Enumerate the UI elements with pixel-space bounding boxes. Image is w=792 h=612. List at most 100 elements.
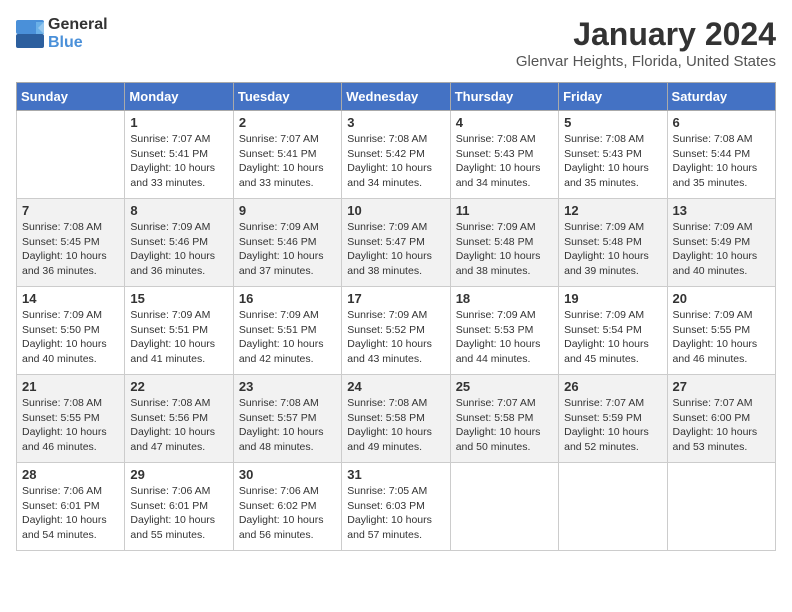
- page-header: General Blue January 2024 Glenvar Height…: [16, 16, 776, 70]
- weekday-header-thursday: Thursday: [450, 83, 558, 111]
- day-detail: Sunrise: 7:08 AMSunset: 5:44 PMDaylight:…: [673, 132, 770, 191]
- calendar-cell: 6 Sunrise: 7:08 AMSunset: 5:44 PMDayligh…: [667, 111, 775, 199]
- day-detail: Sunrise: 7:09 AMSunset: 5:46 PMDaylight:…: [130, 220, 227, 279]
- day-number: 16: [239, 291, 336, 306]
- day-number: 9: [239, 203, 336, 218]
- calendar-cell: 27 Sunrise: 7:07 AMSunset: 6:00 PMDaylig…: [667, 375, 775, 463]
- day-number: 15: [130, 291, 227, 306]
- day-number: 4: [456, 115, 553, 130]
- logo-text: General Blue: [48, 16, 108, 52]
- weekday-header-sunday: Sunday: [17, 83, 125, 111]
- day-detail: Sunrise: 7:06 AMSunset: 6:02 PMDaylight:…: [239, 484, 336, 543]
- calendar-cell: 17 Sunrise: 7:09 AMSunset: 5:52 PMDaylig…: [342, 287, 450, 375]
- calendar-cell: 10 Sunrise: 7:09 AMSunset: 5:47 PMDaylig…: [342, 199, 450, 287]
- calendar-cell: 3 Sunrise: 7:08 AMSunset: 5:42 PMDayligh…: [342, 111, 450, 199]
- calendar-week-0: 1 Sunrise: 7:07 AMSunset: 5:41 PMDayligh…: [17, 111, 776, 199]
- day-number: 3: [347, 115, 444, 130]
- day-detail: Sunrise: 7:08 AMSunset: 5:45 PMDaylight:…: [22, 220, 119, 279]
- day-number: 14: [22, 291, 119, 306]
- day-detail: Sunrise: 7:09 AMSunset: 5:48 PMDaylight:…: [456, 220, 553, 279]
- day-detail: Sunrise: 7:09 AMSunset: 5:47 PMDaylight:…: [347, 220, 444, 279]
- calendar-table: SundayMondayTuesdayWednesdayThursdayFrid…: [16, 82, 776, 551]
- day-number: 7: [22, 203, 119, 218]
- day-number: 13: [673, 203, 770, 218]
- day-detail: Sunrise: 7:08 AMSunset: 5:58 PMDaylight:…: [347, 396, 444, 455]
- day-number: 21: [22, 379, 119, 394]
- day-detail: Sunrise: 7:09 AMSunset: 5:48 PMDaylight:…: [564, 220, 661, 279]
- day-detail: Sunrise: 7:09 AMSunset: 5:55 PMDaylight:…: [673, 308, 770, 367]
- calendar-cell: 20 Sunrise: 7:09 AMSunset: 5:55 PMDaylig…: [667, 287, 775, 375]
- day-detail: Sunrise: 7:08 AMSunset: 5:55 PMDaylight:…: [22, 396, 119, 455]
- day-detail: Sunrise: 7:07 AMSunset: 5:41 PMDaylight:…: [130, 132, 227, 191]
- calendar-cell: 14 Sunrise: 7:09 AMSunset: 5:50 PMDaylig…: [17, 287, 125, 375]
- calendar-cell: [559, 463, 667, 551]
- calendar-cell: 11 Sunrise: 7:09 AMSunset: 5:48 PMDaylig…: [450, 199, 558, 287]
- location-title: Glenvar Heights, Florida, United States: [516, 53, 776, 70]
- day-number: 6: [673, 115, 770, 130]
- calendar-week-3: 21 Sunrise: 7:08 AMSunset: 5:55 PMDaylig…: [17, 375, 776, 463]
- month-title: January 2024: [516, 16, 776, 53]
- calendar-cell: 12 Sunrise: 7:09 AMSunset: 5:48 PMDaylig…: [559, 199, 667, 287]
- calendar-cell: [17, 111, 125, 199]
- logo-icon: [16, 20, 44, 48]
- day-detail: Sunrise: 7:07 AMSunset: 6:00 PMDaylight:…: [673, 396, 770, 455]
- calendar-cell: 22 Sunrise: 7:08 AMSunset: 5:56 PMDaylig…: [125, 375, 233, 463]
- day-number: 31: [347, 467, 444, 482]
- day-detail: Sunrise: 7:07 AMSunset: 5:58 PMDaylight:…: [456, 396, 553, 455]
- calendar-week-2: 14 Sunrise: 7:09 AMSunset: 5:50 PMDaylig…: [17, 287, 776, 375]
- day-number: 26: [564, 379, 661, 394]
- day-detail: Sunrise: 7:09 AMSunset: 5:54 PMDaylight:…: [564, 308, 661, 367]
- calendar-cell: [450, 463, 558, 551]
- calendar-cell: 25 Sunrise: 7:07 AMSunset: 5:58 PMDaylig…: [450, 375, 558, 463]
- calendar-cell: 21 Sunrise: 7:08 AMSunset: 5:55 PMDaylig…: [17, 375, 125, 463]
- day-number: 17: [347, 291, 444, 306]
- calendar-cell: 30 Sunrise: 7:06 AMSunset: 6:02 PMDaylig…: [233, 463, 341, 551]
- day-detail: Sunrise: 7:08 AMSunset: 5:42 PMDaylight:…: [347, 132, 444, 191]
- day-detail: Sunrise: 7:09 AMSunset: 5:53 PMDaylight:…: [456, 308, 553, 367]
- day-detail: Sunrise: 7:05 AMSunset: 6:03 PMDaylight:…: [347, 484, 444, 543]
- day-number: 19: [564, 291, 661, 306]
- calendar-cell: 28 Sunrise: 7:06 AMSunset: 6:01 PMDaylig…: [17, 463, 125, 551]
- day-number: 1: [130, 115, 227, 130]
- day-detail: Sunrise: 7:09 AMSunset: 5:50 PMDaylight:…: [22, 308, 119, 367]
- day-number: 12: [564, 203, 661, 218]
- calendar-cell: 5 Sunrise: 7:08 AMSunset: 5:43 PMDayligh…: [559, 111, 667, 199]
- calendar-cell: 26 Sunrise: 7:07 AMSunset: 5:59 PMDaylig…: [559, 375, 667, 463]
- calendar-week-4: 28 Sunrise: 7:06 AMSunset: 6:01 PMDaylig…: [17, 463, 776, 551]
- calendar-cell: [667, 463, 775, 551]
- day-number: 18: [456, 291, 553, 306]
- day-detail: Sunrise: 7:08 AMSunset: 5:56 PMDaylight:…: [130, 396, 227, 455]
- calendar-cell: 15 Sunrise: 7:09 AMSunset: 5:51 PMDaylig…: [125, 287, 233, 375]
- day-number: 25: [456, 379, 553, 394]
- day-number: 29: [130, 467, 227, 482]
- day-detail: Sunrise: 7:07 AMSunset: 5:59 PMDaylight:…: [564, 396, 661, 455]
- calendar-cell: 16 Sunrise: 7:09 AMSunset: 5:51 PMDaylig…: [233, 287, 341, 375]
- calendar-cell: 18 Sunrise: 7:09 AMSunset: 5:53 PMDaylig…: [450, 287, 558, 375]
- weekday-header-wednesday: Wednesday: [342, 83, 450, 111]
- calendar-cell: 23 Sunrise: 7:08 AMSunset: 5:57 PMDaylig…: [233, 375, 341, 463]
- calendar-week-1: 7 Sunrise: 7:08 AMSunset: 5:45 PMDayligh…: [17, 199, 776, 287]
- calendar-header: SundayMondayTuesdayWednesdayThursdayFrid…: [17, 83, 776, 111]
- calendar-cell: 19 Sunrise: 7:09 AMSunset: 5:54 PMDaylig…: [559, 287, 667, 375]
- weekday-header-friday: Friday: [559, 83, 667, 111]
- calendar-cell: 24 Sunrise: 7:08 AMSunset: 5:58 PMDaylig…: [342, 375, 450, 463]
- day-detail: Sunrise: 7:09 AMSunset: 5:51 PMDaylight:…: [239, 308, 336, 367]
- day-detail: Sunrise: 7:08 AMSunset: 5:57 PMDaylight:…: [239, 396, 336, 455]
- day-number: 5: [564, 115, 661, 130]
- weekday-header-tuesday: Tuesday: [233, 83, 341, 111]
- calendar-cell: 2 Sunrise: 7:07 AMSunset: 5:41 PMDayligh…: [233, 111, 341, 199]
- day-number: 23: [239, 379, 336, 394]
- day-detail: Sunrise: 7:09 AMSunset: 5:49 PMDaylight:…: [673, 220, 770, 279]
- day-number: 2: [239, 115, 336, 130]
- day-number: 28: [22, 467, 119, 482]
- day-number: 27: [673, 379, 770, 394]
- day-detail: Sunrise: 7:07 AMSunset: 5:41 PMDaylight:…: [239, 132, 336, 191]
- title-block: January 2024 Glenvar Heights, Florida, U…: [516, 16, 776, 70]
- day-number: 11: [456, 203, 553, 218]
- day-detail: Sunrise: 7:09 AMSunset: 5:46 PMDaylight:…: [239, 220, 336, 279]
- weekday-header-monday: Monday: [125, 83, 233, 111]
- day-number: 30: [239, 467, 336, 482]
- day-detail: Sunrise: 7:06 AMSunset: 6:01 PMDaylight:…: [130, 484, 227, 543]
- weekday-header-row: SundayMondayTuesdayWednesdayThursdayFrid…: [17, 83, 776, 111]
- day-detail: Sunrise: 7:08 AMSunset: 5:43 PMDaylight:…: [456, 132, 553, 191]
